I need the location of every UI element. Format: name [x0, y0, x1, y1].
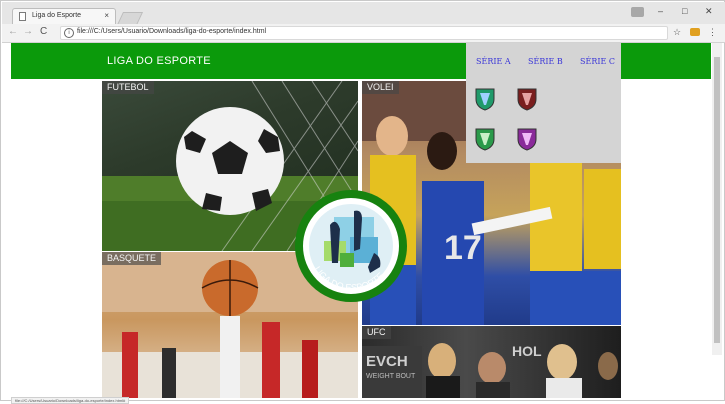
minimize-button[interactable]: – — [658, 6, 663, 16]
tab-title: Liga do Esporte — [32, 12, 82, 19]
series-dropdown: SÉRIE A SÉRIE B SÉRIE C — [466, 43, 621, 163]
futebol-label: FUTEBOL — [102, 81, 154, 94]
maximize-button[interactable]: □ — [682, 6, 687, 16]
url-text[interactable]: file:///C:/Users/Usuario/Downloads/liga-… — [77, 28, 266, 35]
back-button[interactable]: ← — [8, 26, 18, 37]
svg-text:WEIGHT BOUT: WEIGHT BOUT — [366, 373, 416, 380]
profile-icon[interactable] — [631, 7, 644, 17]
bookmark-star-icon[interactable]: ☆ — [673, 27, 681, 38]
extension-icon[interactable] — [690, 28, 700, 36]
volei-label: VOLEI — [362, 81, 399, 94]
page-icon — [19, 12, 26, 21]
scrollbar-thumb[interactable] — [714, 57, 720, 343]
svg-text:HOL: HOL — [512, 343, 542, 359]
ufc-label: UFC — [362, 326, 391, 339]
tab-strip: Liga do Esporte × – □ ✕ — [2, 2, 725, 25]
forward-button[interactable]: → — [23, 26, 33, 37]
vertical-scrollbar[interactable] — [712, 43, 722, 355]
site-brand[interactable]: LIGA DO ESPORTE — [107, 55, 211, 67]
close-tab-icon[interactable]: × — [104, 11, 109, 20]
serie-b-link[interactable]: SÉRIE B — [528, 57, 563, 66]
info-icon[interactable]: i — [64, 28, 74, 38]
browser-window: Liga do Esporte × – □ ✕ ← → C i file:///… — [0, 0, 725, 404]
address-bar[interactable]: i file:///C:/Users/Usuario/Downloads/lig… — [60, 26, 668, 40]
purple-shield-icon[interactable] — [516, 127, 538, 151]
liga-logo[interactable]: LIGA DO ESPORTE — [294, 189, 408, 303]
dark-red-shield-icon[interactable] — [516, 87, 538, 111]
serie-c-link[interactable]: SÉRIE C — [580, 57, 615, 66]
ufc-panel[interactable]: EVCH WEIGHT BOUT HOL UFC — [362, 326, 621, 398]
liga-logo-emblem: LIGA DO ESPORTE — [295, 190, 407, 302]
reload-button[interactable]: C — [40, 26, 47, 37]
green-blue-shield-icon[interactable] — [474, 87, 496, 111]
basquete-label: BASQUETE — [102, 252, 162, 265]
green-shield-icon[interactable] — [474, 127, 496, 151]
ufc-fighters-image: EVCH WEIGHT BOUT HOL — [362, 343, 618, 398]
svg-text:EVCH: EVCH — [366, 353, 408, 370]
close-window-button[interactable]: ✕ — [705, 6, 713, 17]
browser-tab[interactable]: Liga do Esporte × — [12, 8, 116, 25]
browser-menu-icon[interactable]: ⋮ — [708, 27, 717, 38]
serie-a-link[interactable]: SÉRIE A — [476, 57, 511, 66]
web-page: LIGA DO ESPORTE FUTEBOL 17 VOLEI BASQUET… — [11, 43, 711, 398]
address-toolbar: ← → C i file:///C:/Users/Usuario/Downloa… — [2, 24, 725, 43]
